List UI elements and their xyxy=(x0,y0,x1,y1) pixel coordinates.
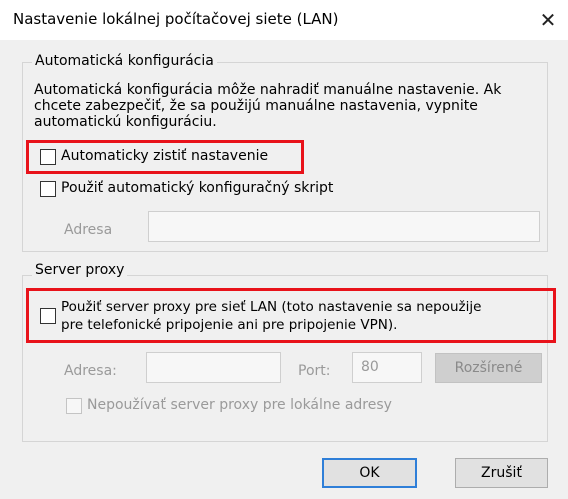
auto-address-field[interactable] xyxy=(148,211,540,242)
bypass-local-checkbox[interactable] xyxy=(66,398,82,414)
proxy-address-label: Adresa: xyxy=(64,363,117,379)
auto-script-checkbox[interactable] xyxy=(40,181,56,197)
proxy-address-field[interactable] xyxy=(146,352,281,383)
cancel-button[interactable]: Zrušiť xyxy=(455,458,548,488)
bypass-local-label[interactable]: Nepoužívať server proxy pre lokálne adre… xyxy=(87,397,392,413)
auto-config-description: Automatická konfigurácia môže nahradiť m… xyxy=(34,82,502,130)
proxy-legend: Server proxy xyxy=(32,262,128,278)
auto-script-label[interactable]: Použiť automatický konfiguračný skript xyxy=(61,180,333,196)
port-label: Port: xyxy=(298,363,331,379)
highlight-auto-detect xyxy=(26,140,304,174)
port-field[interactable]: 80 xyxy=(352,352,422,383)
highlight-use-proxy xyxy=(26,288,556,343)
auto-config-legend: Automatická konfigurácia xyxy=(32,53,217,69)
advanced-button[interactable]: Rozšírené xyxy=(435,353,542,383)
title-bar: Nastavenie lokálnej počítačovej siete (L… xyxy=(0,0,568,40)
dialog-title: Nastavenie lokálnej počítačovej siete (L… xyxy=(13,10,339,28)
ok-button[interactable]: OK xyxy=(322,458,417,488)
auto-address-label: Adresa xyxy=(64,222,113,238)
close-icon[interactable]: ✕ xyxy=(532,4,564,36)
